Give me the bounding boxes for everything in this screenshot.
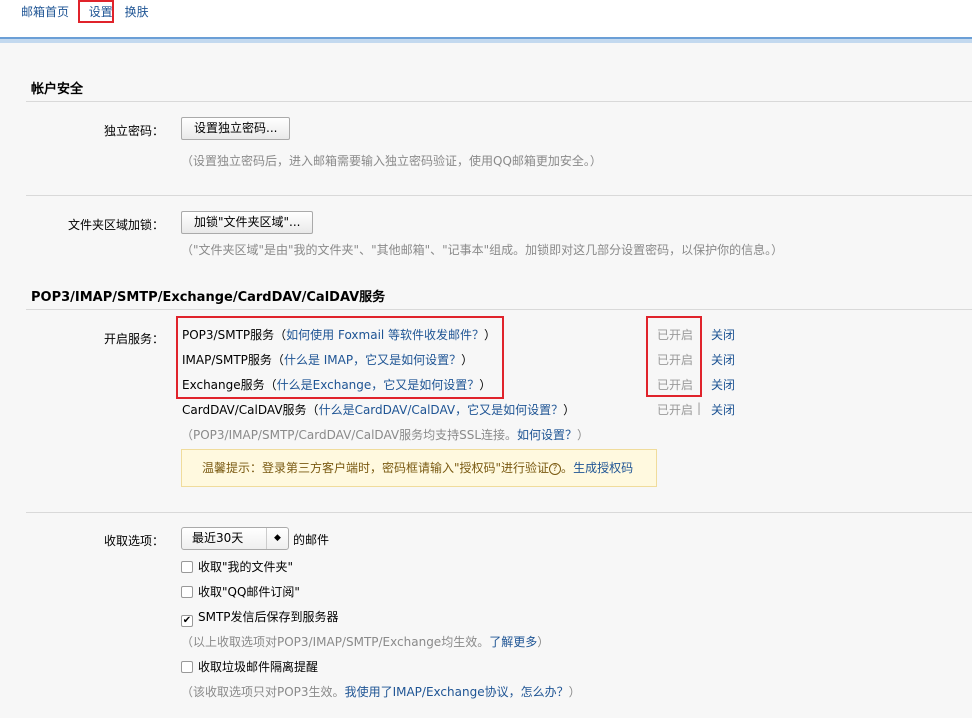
service-status: 已开启 xyxy=(657,353,694,367)
nav-mail-home-link[interactable]: 邮箱首页 xyxy=(21,5,69,19)
checkbox-icon[interactable] xyxy=(181,586,193,598)
service-name: POP3/SMTP服务 xyxy=(182,328,275,342)
section-divider xyxy=(26,101,972,102)
account-security-title: 帐户安全 xyxy=(31,82,84,97)
smtp-save-option[interactable]: ✔ SMTP发信后保存到服务器 xyxy=(181,608,339,627)
fetch-qq-subscription-option[interactable]: 收取"QQ邮件订阅" xyxy=(181,583,300,600)
fetch-options-label: 收取选项： xyxy=(103,534,164,548)
service-help-link[interactable]: 什么是CardDAV/CalDAV，它又是如何设置？ xyxy=(319,403,564,417)
service-help-link[interactable]: 什么是 IMAP，它又是如何设置？ xyxy=(284,353,461,367)
option-label: SMTP发信后保存到服务器 xyxy=(198,610,339,624)
close-carddav-button[interactable]: 关闭 xyxy=(711,401,735,418)
fetch-suffix: 的邮件 xyxy=(293,533,330,547)
set-password-button[interactable]: 设置独立密码... xyxy=(181,117,291,140)
status-separator: | xyxy=(697,401,702,415)
pop3-hint-text: （该收取选项只对POP3生效。 xyxy=(181,685,345,699)
notice-text: 温馨提示：登录第三方客户端时，密码框请输入"授权码"进行验证 xyxy=(202,461,550,475)
service-exchange: Exchange服务（什么是Exchange，它又是如何设置？） xyxy=(182,376,491,393)
fetch-my-folders-option[interactable]: 收取"我的文件夹" xyxy=(181,558,293,575)
service-help-link[interactable]: 什么是Exchange，它又是如何设置？ xyxy=(277,378,480,392)
pop3-only-hint: （该收取选项只对POP3生效。我使用了IMAP/Exchange协议，怎么办？） xyxy=(181,683,581,700)
checkbox-checked-icon[interactable]: ✔ xyxy=(181,615,193,627)
close-exchange-button[interactable]: 关闭 xyxy=(711,376,735,393)
section-divider xyxy=(26,195,972,196)
paren: （ xyxy=(271,353,284,367)
service-imap-smtp: IMAP/SMTP服务（什么是 IMAP，它又是如何设置？） xyxy=(182,351,473,368)
password-hint: （设置独立密码后，进入邮箱需要输入独立密码验证，使用QQ邮箱更加安全。） xyxy=(181,154,602,168)
generate-auth-code-link[interactable]: 生成授权码 xyxy=(573,461,633,475)
service-pop3-smtp: POP3/SMTP服务（如何使用 Foxmail 等软件收发邮件？） xyxy=(182,326,496,343)
folder-lock-label: 文件夹区域加锁： xyxy=(67,218,164,232)
option-label: 收取"QQ邮件订阅" xyxy=(198,585,300,599)
paren: ） xyxy=(461,353,474,367)
close-imap-button[interactable]: 关闭 xyxy=(711,351,735,368)
select-value: 最近30天 xyxy=(192,531,244,545)
paren: ） xyxy=(484,328,497,342)
option-label: 收取垃圾邮件隔离提醒 xyxy=(198,660,319,674)
service-name: IMAP/SMTP服务 xyxy=(182,353,272,367)
imap-exchange-help-link[interactable]: 我使用了IMAP/Exchange协议，怎么办？ xyxy=(345,685,569,699)
fetch-hint-text: （以上收取选项对POP3/IMAP/SMTP/Exchange均生效。 xyxy=(181,635,490,649)
nav-settings-link[interactable]: 设置 xyxy=(89,5,113,19)
paren: （ xyxy=(264,378,277,392)
password-label: 独立密码： xyxy=(103,124,164,138)
paren: ） xyxy=(568,685,581,699)
nav-separator: | xyxy=(76,5,81,19)
enable-services-label: 开启服务： xyxy=(103,332,164,346)
close-pop3-button[interactable]: 关闭 xyxy=(711,326,735,343)
paren: ） xyxy=(537,635,550,649)
section-divider xyxy=(26,309,972,310)
paren: ） xyxy=(577,428,590,442)
section-divider xyxy=(26,512,972,513)
learn-more-link[interactable]: 了解更多 xyxy=(489,635,537,649)
question-icon[interactable]: ? xyxy=(549,462,562,475)
service-carddav-caldav: CardDAV/CalDAV服务（什么是CardDAV/CalDAV，它又是如何… xyxy=(182,401,575,418)
ssl-howto-link[interactable]: 如何设置？ xyxy=(517,428,577,442)
service-status: 已开启 xyxy=(657,328,694,342)
auth-code-notice: 温馨提示：登录第三方客户端时，密码框请输入"授权码"进行验证? 。生成授权码 xyxy=(181,449,657,487)
ssl-hint-text: （POP3/IMAP/SMTP/CardDAV/CalDAV服务均支持SSL连接… xyxy=(181,428,518,442)
select-arrow-icon: ◆ xyxy=(266,528,288,549)
nav-skin-link[interactable]: 换肤 xyxy=(125,5,149,19)
checkbox-icon[interactable] xyxy=(181,661,193,673)
services-title: POP3/IMAP/SMTP/Exchange/CardDAV/CalDAV服务 xyxy=(31,290,386,305)
service-status: 已开启 xyxy=(657,403,694,417)
service-help-link[interactable]: 如何使用 Foxmail 等软件收发邮件？ xyxy=(286,328,484,342)
paren: （ xyxy=(274,328,287,342)
fetch-period-select[interactable]: 最近30天 ◆ xyxy=(181,527,289,550)
service-status: 已开启 xyxy=(657,378,694,392)
paren: ） xyxy=(563,403,576,417)
paren: （ xyxy=(306,403,319,417)
fetch-hint: （以上收取选项对POP3/IMAP/SMTP/Exchange均生效。了解更多） xyxy=(181,633,549,650)
spam-reminder-option[interactable]: 收取垃圾邮件隔离提醒 xyxy=(181,658,318,675)
lock-folder-button[interactable]: 加锁"文件夹区域"... xyxy=(181,211,314,234)
option-label: 收取"我的文件夹" xyxy=(198,560,294,574)
top-nav: 邮箱首页 | 设置 换肤 xyxy=(21,3,149,21)
folder-lock-hint: （"文件夹区域"是由"我的文件夹"、"其他邮箱"、"记事本"组成。加锁即对这几部… xyxy=(181,243,784,257)
service-name: Exchange服务 xyxy=(182,378,265,392)
paren: ） xyxy=(479,378,492,392)
service-name: CardDAV/CalDAV服务 xyxy=(182,403,307,417)
checkbox-icon[interactable] xyxy=(181,561,193,573)
ssl-hint: （POP3/IMAP/SMTP/CardDAV/CalDAV服务均支持SSL连接… xyxy=(181,426,589,443)
